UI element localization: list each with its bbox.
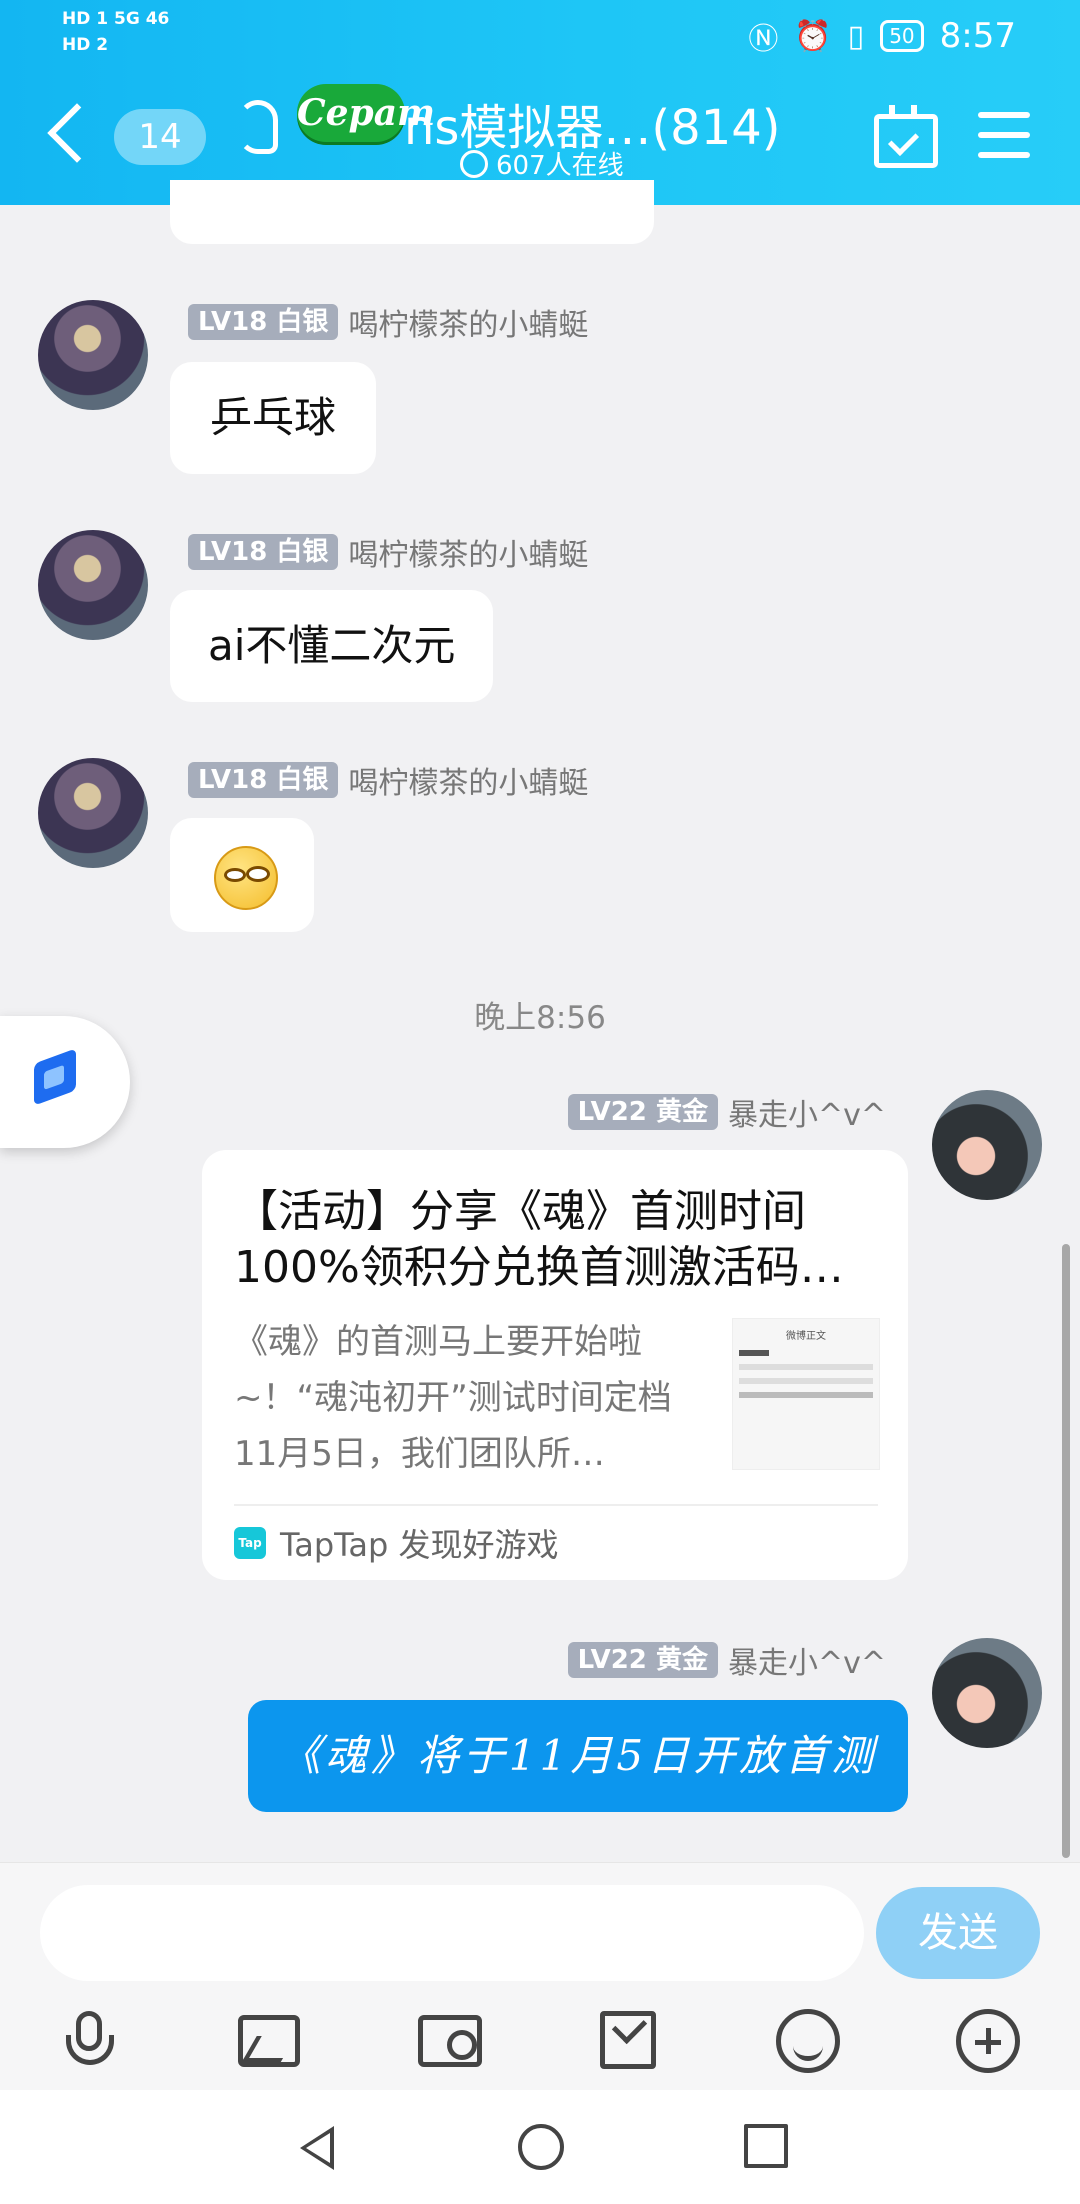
back-icon[interactable] xyxy=(47,103,107,163)
sender-name[interactable]: 喝柠檬茶的小蜻蜓 xyxy=(348,758,588,802)
divider xyxy=(234,1504,878,1506)
avatar[interactable] xyxy=(38,758,148,868)
floating-app-button[interactable] xyxy=(0,1016,130,1148)
message-text: 《魂》将于11月5日开放首测 xyxy=(278,1731,878,1780)
ear-icon[interactable] xyxy=(238,100,278,154)
menu-icon[interactable] xyxy=(978,112,1030,118)
nfc-icon: Ⓝ xyxy=(748,22,779,57)
sender-name[interactable]: 喝柠檬茶的小蜻蜓 xyxy=(348,300,588,344)
red-packet-icon[interactable] xyxy=(600,2011,656,2069)
input-bar: 发送 xyxy=(0,1862,1080,2091)
avatar[interactable] xyxy=(38,300,148,410)
camera-icon[interactable] xyxy=(418,2015,482,2067)
level-badge: LV22 黄金 xyxy=(567,1642,718,1678)
chevron-down-icon xyxy=(460,149,488,178)
shared-link-card[interactable]: 【活动】分享《魂》首测时间100%领积分兑换首测激活码… 《魂》的首测马上要开始… xyxy=(202,1150,908,1580)
sender-meta: LV18 白银 喝柠檬茶的小蜻蜓 xyxy=(188,530,588,574)
avatar[interactable] xyxy=(932,1090,1042,1200)
level-badge: LV18 白银 xyxy=(188,762,339,798)
taptap-logo-icon: Tap xyxy=(234,1527,266,1559)
card-description: 《魂》的首测马上要开始啦~！“魂沌初开”测试时间定档11月5日，我们团队所… xyxy=(234,1322,672,1474)
partial-message-bubble[interactable] xyxy=(170,180,654,244)
card-thumbnail: 微博正文 xyxy=(732,1318,880,1470)
nav-back-icon[interactable] xyxy=(300,2126,334,2170)
vibrate-icon: ▯ xyxy=(847,18,865,54)
card-title: 【活动】分享《魂》首测时间100%领积分兑换首测激活码… xyxy=(234,1186,844,1293)
unread-count-badge[interactable]: 14 xyxy=(114,109,206,165)
message-input[interactable] xyxy=(40,1885,864,1981)
card-source: Tap TapTap 发现好游戏 xyxy=(234,1520,559,1566)
calendar-check-icon[interactable] xyxy=(874,105,938,168)
avatar[interactable] xyxy=(932,1638,1042,1748)
emoji-icon[interactable] xyxy=(776,2009,840,2073)
status-time: 8:57 xyxy=(939,16,1016,56)
sender-name[interactable]: 暴走小^v^ xyxy=(728,1090,886,1134)
sender-meta: LV18 白银 喝柠檬茶的小蜻蜓 xyxy=(188,758,588,802)
system-nav-bar xyxy=(0,2090,1080,2204)
nav-recent-apps-icon[interactable] xyxy=(744,2124,788,2168)
battery-icon: 50 xyxy=(880,20,924,52)
message-text: 乒乓球 xyxy=(210,393,337,442)
sender-name[interactable]: 暴走小^v^ xyxy=(728,1638,886,1682)
scrollbar[interactable] xyxy=(1062,1244,1070,1858)
send-button[interactable]: 发送 xyxy=(876,1887,1040,1979)
sender-meta: LV22 黄金 暴走小^v^ xyxy=(567,1090,886,1134)
image-icon[interactable] xyxy=(238,2015,300,2067)
sender-meta: LV18 白银 喝柠檬茶的小蜻蜓 xyxy=(188,300,588,344)
status-bar-right: Ⓝ ⏰ ▯ 50 8:57 xyxy=(748,14,1016,58)
message-text: ai不懂二次元 xyxy=(208,621,456,670)
cube-icon xyxy=(34,1048,76,1106)
avatar[interactable] xyxy=(38,530,148,640)
message-bubble[interactable]: 乒乓球 xyxy=(170,362,377,474)
alarm-icon: ⏰ xyxy=(794,18,832,54)
chat-header: HD 1 5G 46 HD 2 Ⓝ ⏰ ▯ 50 8:57 14 Cepam n… xyxy=(0,0,1080,205)
microphone-icon[interactable] xyxy=(58,2009,122,2073)
message-bubble[interactable]: ai不懂二次元 xyxy=(170,590,494,702)
timestamp: 晚上8:56 xyxy=(474,1000,606,1036)
sender-meta: LV22 黄金 暴走小^v^ xyxy=(567,1638,886,1682)
plus-icon[interactable] xyxy=(956,2009,1020,2073)
group-logo: Cepam xyxy=(297,84,435,142)
sender-name[interactable]: 喝柠檬茶的小蜻蜓 xyxy=(348,530,588,574)
level-badge: LV18 白银 xyxy=(188,304,339,340)
nav-home-icon[interactable] xyxy=(518,2124,564,2170)
online-count: 607人在线 xyxy=(460,145,624,182)
level-badge: LV22 黄金 xyxy=(567,1094,718,1130)
status-bar-signal: HD 1 5G 46 HD 2 xyxy=(62,9,170,55)
message-bubble[interactable]: 《魂》将于11月5日开放首测 xyxy=(248,1700,908,1812)
emoji-sticker xyxy=(214,846,278,910)
level-badge: LV18 白银 xyxy=(188,534,339,570)
